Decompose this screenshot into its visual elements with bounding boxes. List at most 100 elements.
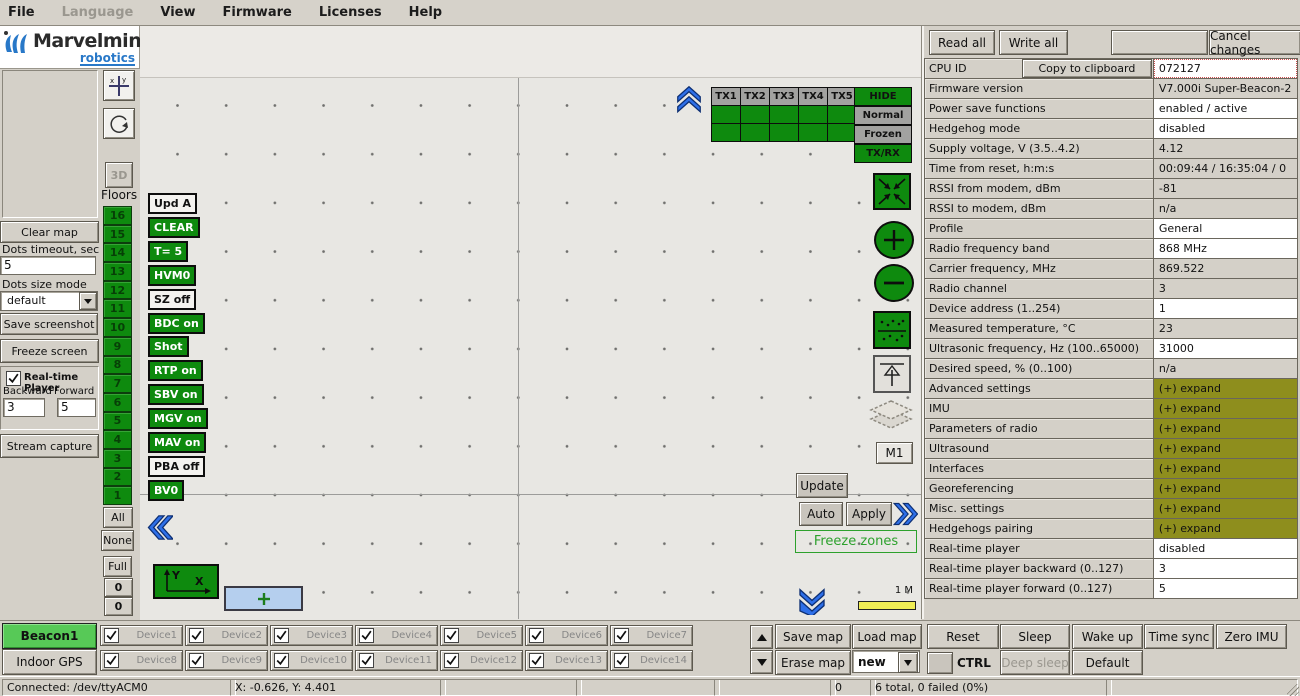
floor-button-9[interactable]: 9: [103, 337, 132, 356]
realtime-player-checkbox[interactable]: [6, 371, 21, 386]
tx-header-tx2[interactable]: TX2: [740, 87, 770, 106]
setting-value[interactable]: enabled / active: [1153, 98, 1298, 119]
device-toggle-device11[interactable]: Device11: [355, 650, 438, 671]
floor-button-8[interactable]: 8: [103, 356, 132, 375]
setting-value[interactable]: (+) expand: [1153, 378, 1298, 399]
checkbox-checked-icon[interactable]: [444, 628, 459, 643]
apply-button[interactable]: Apply: [846, 502, 892, 526]
view-3d-button[interactable]: 3D: [105, 162, 133, 188]
floor-button-7[interactable]: 7: [103, 374, 132, 393]
tx-hide-button[interactable]: HIDE: [854, 87, 912, 106]
setting-value[interactable]: 00:09:44 / 16:35:04 / 0: [1153, 158, 1298, 179]
wake-up-button[interactable]: Wake up: [1072, 624, 1143, 649]
tx-state-cell[interactable]: [740, 105, 770, 124]
setting-value[interactable]: (+) expand: [1153, 478, 1298, 499]
zoom-out-icon[interactable]: [874, 264, 914, 302]
floor-offset-bottom-button[interactable]: 0: [104, 597, 133, 616]
device-toggle-device7[interactable]: Device7: [610, 625, 693, 646]
checkbox-checked-icon[interactable]: [614, 628, 629, 643]
map-toggle-sz-off[interactable]: SZ off: [148, 289, 196, 310]
setting-value[interactable]: (+) expand: [1153, 498, 1298, 519]
checkbox-checked-icon[interactable]: [189, 628, 204, 643]
map-toggle-t-5[interactable]: T= 5: [148, 241, 188, 262]
setting-value[interactable]: -81: [1153, 178, 1298, 199]
collapse-left-icon[interactable]: [142, 512, 173, 543]
map-toggle-upd-a[interactable]: Upd A: [148, 193, 197, 214]
setting-value[interactable]: (+) expand: [1153, 438, 1298, 459]
setting-value[interactable]: 869.522: [1153, 258, 1298, 279]
map-toggle-shot[interactable]: Shot: [148, 336, 189, 357]
device-toggle-device13[interactable]: Device13: [525, 650, 608, 671]
setting-value[interactable]: 072127: [1153, 58, 1298, 79]
tx-state-cell[interactable]: [798, 105, 828, 124]
devices-scroll-up-button[interactable]: [750, 625, 773, 649]
setting-value[interactable]: 4.12: [1153, 138, 1298, 159]
collapse-up-icon[interactable]: [674, 83, 704, 113]
ctrl-indicator-box[interactable]: [927, 652, 953, 674]
menu-file[interactable]: File: [8, 5, 48, 20]
setting-value[interactable]: (+) expand: [1153, 518, 1298, 539]
checkbox-checked-icon[interactable]: [614, 653, 629, 668]
floor-button-4[interactable]: 4: [103, 430, 132, 449]
expand-right-icon[interactable]: [889, 500, 918, 528]
checkbox-checked-icon[interactable]: [189, 653, 204, 668]
floor-button-13[interactable]: 13: [103, 262, 132, 281]
setting-value[interactable]: 5: [1153, 578, 1298, 599]
map-toggle-rtp-on[interactable]: RTP on: [148, 360, 203, 381]
setting-value[interactable]: 3: [1153, 278, 1298, 299]
reset-button[interactable]: Reset: [927, 624, 999, 649]
floor-offset-top-button[interactable]: 0: [104, 578, 133, 597]
floor-button-11[interactable]: 11: [103, 299, 132, 318]
tab-indoor-gps[interactable]: Indoor GPS: [2, 649, 97, 675]
tx-state-cell[interactable]: [798, 123, 828, 142]
floor-button-16[interactable]: 16: [103, 206, 132, 225]
tx-header-tx1[interactable]: TX1: [711, 87, 741, 106]
menu-view[interactable]: View: [160, 5, 208, 20]
tx-frozen-button[interactable]: Frozen: [854, 125, 912, 144]
checkbox-checked-icon[interactable]: [104, 628, 119, 643]
tx-txrx-button[interactable]: TX/RX: [854, 144, 912, 163]
floor-button-1[interactable]: 1: [103, 486, 132, 505]
checkbox-checked-icon[interactable]: [444, 653, 459, 668]
save-map-button[interactable]: Save map: [775, 624, 851, 649]
zero-imu-button[interactable]: Zero IMU: [1216, 624, 1287, 649]
floor-button-2[interactable]: 2: [103, 468, 132, 487]
default-button[interactable]: Default: [1072, 650, 1143, 675]
checkbox-checked-icon[interactable]: [359, 628, 374, 643]
tx-state-cell[interactable]: [827, 105, 857, 124]
resize-grip[interactable]: [1287, 684, 1299, 696]
device-toggle-device8[interactable]: Device8: [100, 650, 183, 671]
menu-help[interactable]: Help: [409, 5, 455, 20]
floor-button-3[interactable]: 3: [103, 449, 132, 468]
floor-button-12[interactable]: 12: [103, 281, 132, 300]
setting-value[interactable]: 31000: [1153, 338, 1298, 359]
map-toggle-sbv-on[interactable]: SBV on: [148, 384, 204, 405]
device-toggle-device4[interactable]: Device4: [355, 625, 438, 646]
device-toggle-device12[interactable]: Device12: [440, 650, 523, 671]
tab-beacon1[interactable]: Beacon1: [2, 623, 97, 649]
checkbox-checked-icon[interactable]: [359, 653, 374, 668]
setting-value[interactable]: 1: [1153, 298, 1298, 319]
map-m1-button[interactable]: M1: [876, 442, 913, 464]
erase-map-button[interactable]: Erase map: [775, 650, 851, 675]
floor-button-5[interactable]: 5: [103, 412, 132, 431]
clear-map-button[interactable]: Clear map: [0, 221, 99, 243]
map-toggle-hvm0[interactable]: HVM0: [148, 265, 196, 286]
device-toggle-device14[interactable]: Device14: [610, 650, 693, 671]
tx-state-cell[interactable]: [827, 123, 857, 142]
checkbox-checked-icon[interactable]: [529, 653, 544, 668]
map-toggle-bv0[interactable]: BV0: [148, 480, 184, 501]
floor-button-6[interactable]: 6: [103, 393, 132, 412]
setting-value[interactable]: (+) expand: [1153, 398, 1298, 419]
map-name-select[interactable]: new: [852, 650, 920, 673]
menu-licenses[interactable]: Licenses: [319, 5, 395, 20]
tx-header-tx3[interactable]: TX3: [769, 87, 799, 106]
floors-none-button[interactable]: None: [101, 530, 134, 551]
tx-state-cell[interactable]: [740, 123, 770, 142]
floor-button-15[interactable]: 15: [103, 225, 132, 244]
copy-to-clipboard-button[interactable]: Copy to clipboard: [1022, 59, 1152, 78]
floors-all-button[interactable]: All: [103, 507, 133, 528]
deep-sleep-button[interactable]: Deep sleep: [1000, 650, 1070, 675]
auto-button[interactable]: Auto: [799, 502, 843, 526]
floors-full-button[interactable]: Full: [103, 556, 132, 577]
